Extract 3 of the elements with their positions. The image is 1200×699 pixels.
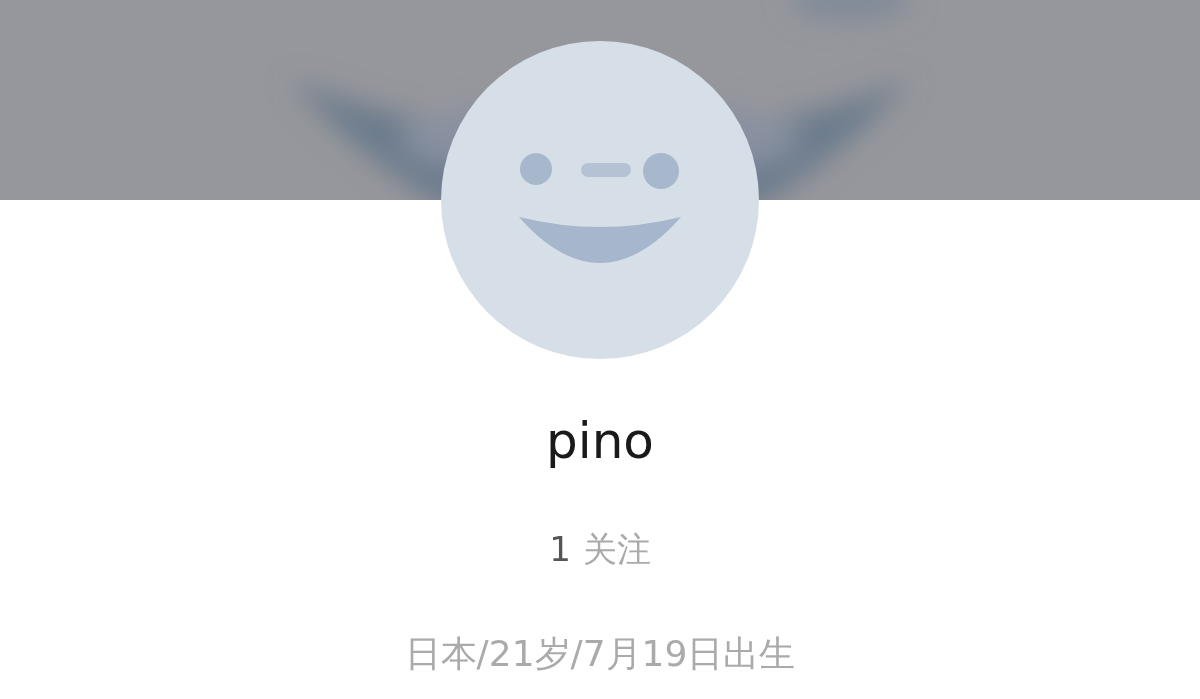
- follow-count[interactable]: 1: [549, 527, 571, 571]
- profile-info: 日本/21岁/7月19日出生: [404, 632, 796, 676]
- profile-name: pino: [546, 411, 654, 471]
